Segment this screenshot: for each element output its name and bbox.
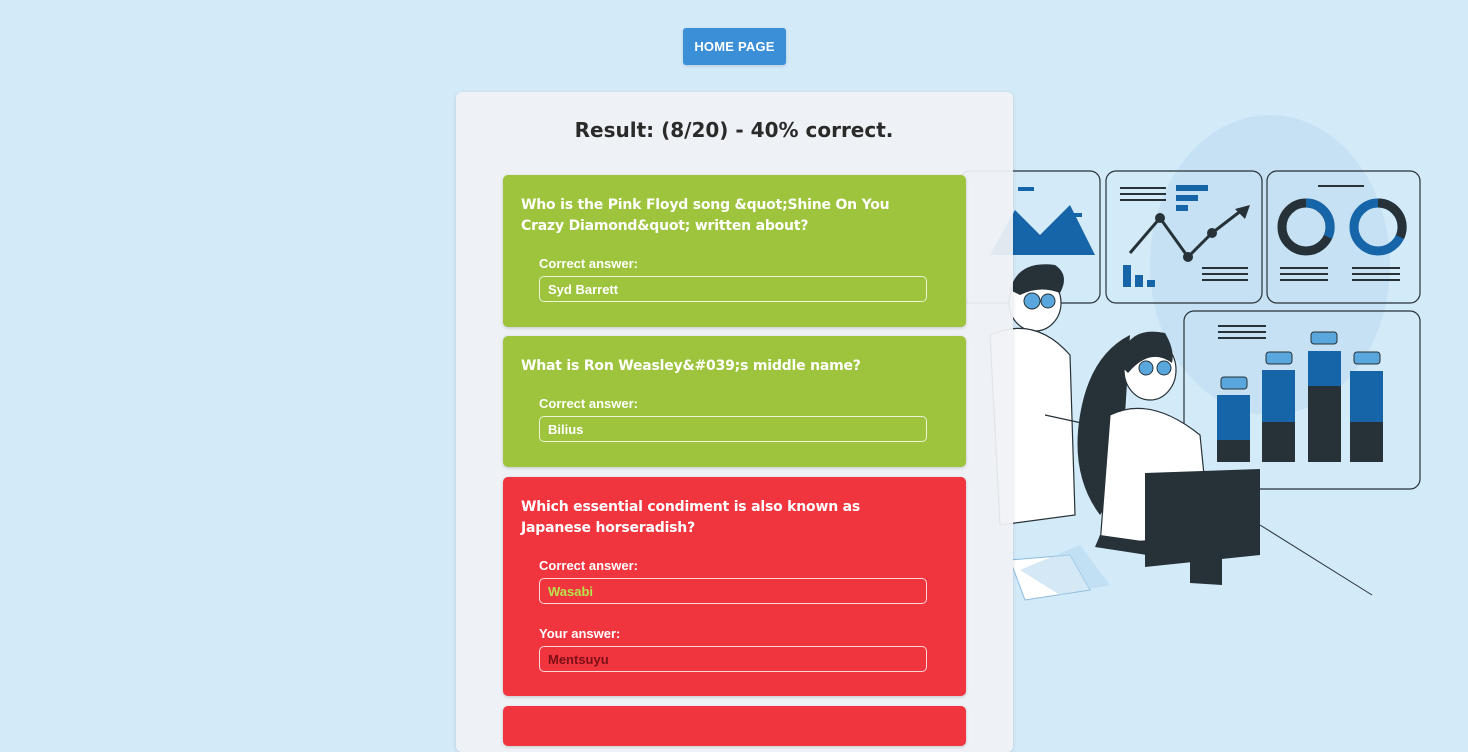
home-page-button[interactable]: HOME PAGE	[683, 28, 786, 65]
correct-answer-label: Correct answer:	[539, 396, 638, 411]
question-card-wrong: Which essential condiment is also known …	[503, 477, 966, 696]
result-title: Result: (8/20) - 40% correct.	[574, 118, 894, 142]
your-answer-field: Mentsuyu	[539, 646, 927, 672]
question-card-correct: What is Ron Weasley&#039;s middle name? …	[503, 336, 966, 467]
correct-answer-field: Wasabi	[539, 578, 927, 604]
question-card-correct: Who is the Pink Floyd song &quot;Shine O…	[503, 175, 966, 327]
correct-answer-field: Syd Barrett	[539, 276, 927, 302]
data-analytics-illustration	[960, 115, 1421, 601]
question-text: Who is the Pink Floyd song &quot;Shine O…	[521, 197, 890, 234]
your-answer-label: Your answer:	[539, 626, 621, 641]
correct-answer-field: Bilius	[539, 416, 927, 442]
correct-answer-label: Correct answer:	[539, 256, 638, 271]
correct-answer-label: Correct answer:	[539, 558, 638, 573]
question-card-wrong	[503, 706, 966, 746]
question-text: What is Ron Weasley&#039;s middle name?	[521, 358, 861, 374]
question-text: Which essential condiment is also known …	[521, 499, 861, 536]
